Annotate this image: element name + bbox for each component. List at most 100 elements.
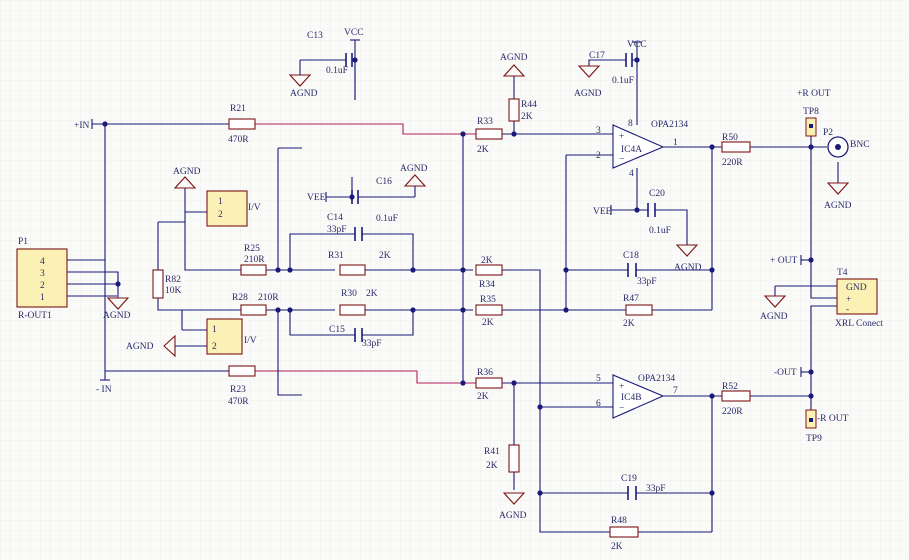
svg-text:OPA2134: OPA2134 xyxy=(638,374,675,384)
svg-text:2K: 2K xyxy=(623,319,635,329)
net-flag-plus-in: +IN xyxy=(74,119,93,131)
svg-text:2K: 2K xyxy=(366,289,378,299)
svg-text:0.1uF: 0.1uF xyxy=(326,66,348,76)
svg-text:2K: 2K xyxy=(477,145,489,155)
svg-text:2K: 2K xyxy=(486,461,498,471)
svg-text:BNC: BNC xyxy=(850,140,870,150)
svg-text:C14: C14 xyxy=(327,213,343,223)
svg-text:+ OUT: + OUT xyxy=(770,256,797,266)
svg-text:2K: 2K xyxy=(611,542,623,552)
svg-text:6: 6 xyxy=(596,399,601,409)
p1-ref: P1 xyxy=(18,237,28,247)
svg-text:+: + xyxy=(619,382,624,392)
svg-text:+: + xyxy=(619,132,624,142)
minus-in-label: - IN xyxy=(96,385,112,395)
svg-text:IC4A: IC4A xyxy=(621,145,642,155)
iv1-label: I/V xyxy=(248,203,261,213)
svg-text:AGND: AGND xyxy=(824,201,852,211)
svg-text:R41: R41 xyxy=(484,447,500,457)
svg-text:R48: R48 xyxy=(611,516,627,526)
svg-text:VCC: VCC xyxy=(627,40,647,50)
svg-text:470R: 470R xyxy=(228,397,249,407)
svg-text:1: 1 xyxy=(212,325,217,335)
svg-text:0.1uF: 0.1uF xyxy=(376,214,398,224)
svg-text:0.1uF: 0.1uF xyxy=(612,76,634,86)
svg-text:R31: R31 xyxy=(328,251,344,261)
svg-text:−: − xyxy=(619,404,624,414)
svg-text:AGND: AGND xyxy=(500,53,528,63)
svg-text:R52: R52 xyxy=(722,382,738,392)
svg-text:210R: 210R xyxy=(244,255,265,265)
vee-flag-2: VEE xyxy=(593,205,612,217)
svg-text:220R: 220R xyxy=(722,158,743,168)
svg-text:TP9: TP9 xyxy=(806,434,822,444)
svg-text:4: 4 xyxy=(629,169,634,179)
svg-text:C19: C19 xyxy=(621,474,637,484)
svg-text:10K: 10K xyxy=(165,286,182,296)
svg-text:−: − xyxy=(619,155,624,165)
svg-text:AGND: AGND xyxy=(674,263,702,273)
svg-text:R50: R50 xyxy=(722,133,738,143)
svg-text:IC4B: IC4B xyxy=(621,393,642,403)
svg-text:C20: C20 xyxy=(649,189,665,199)
minus-r-out-label: -R OUT xyxy=(817,414,849,424)
svg-text:220R: 220R xyxy=(722,407,743,417)
p1-pin-1: 1 xyxy=(40,293,45,303)
svg-text:AGND: AGND xyxy=(400,164,428,174)
svg-text:0.1uF: 0.1uF xyxy=(649,226,671,236)
svg-text:R47: R47 xyxy=(623,294,639,304)
svg-text:470R: 470R xyxy=(228,135,249,145)
net-flag-plus-out: + OUT xyxy=(770,255,802,266)
svg-text:P2: P2 xyxy=(823,128,833,138)
p1-pin-2: 2 xyxy=(40,281,45,291)
svg-text:C18: C18 xyxy=(623,251,639,261)
iv2-label: I/V xyxy=(244,336,257,346)
svg-text:+: + xyxy=(846,295,851,305)
svg-text:210R: 210R xyxy=(258,293,279,303)
svg-text:AGND: AGND xyxy=(760,312,788,322)
svg-text:T4: T4 xyxy=(837,268,848,278)
svg-text:R35: R35 xyxy=(480,295,496,305)
resistor-r82[interactable]: R82 10K xyxy=(152,269,182,299)
p1-pin-4: 4 xyxy=(40,257,45,267)
vee-flag-1: VEE xyxy=(307,192,327,203)
svg-text:R28: R28 xyxy=(232,293,248,303)
svg-text:R82: R82 xyxy=(165,275,181,285)
svg-text:AGND: AGND xyxy=(574,89,602,99)
svg-text:2K: 2K xyxy=(379,251,391,261)
svg-text:R23: R23 xyxy=(230,385,246,395)
svg-text:8: 8 xyxy=(628,119,633,129)
svg-text:2K: 2K xyxy=(521,112,533,122)
svg-text:AGND: AGND xyxy=(173,167,201,177)
svg-text:33pF: 33pF xyxy=(327,225,347,235)
svg-text:C13: C13 xyxy=(307,31,323,41)
svg-text:33pF: 33pF xyxy=(362,339,382,349)
svg-text:2K: 2K xyxy=(481,256,493,266)
svg-text:C16: C16 xyxy=(376,177,392,187)
svg-text:2: 2 xyxy=(212,342,217,352)
schematic-canvas: P1 R-OUT1 4 3 2 1 +IN - IN AGND R82 10K … xyxy=(0,0,909,560)
svg-text:R25: R25 xyxy=(244,244,260,254)
svg-text:2: 2 xyxy=(596,151,601,161)
svg-text:AGND: AGND xyxy=(103,311,131,321)
svg-text:TP8: TP8 xyxy=(803,107,819,117)
svg-text:2K: 2K xyxy=(482,318,494,328)
svg-text:5: 5 xyxy=(596,374,601,384)
svg-text:1: 1 xyxy=(673,138,678,148)
grid-background xyxy=(0,0,909,560)
vcc-flag-2: VCC xyxy=(627,40,647,50)
svg-text:33pF: 33pF xyxy=(637,277,657,287)
svg-text:OPA2134: OPA2134 xyxy=(651,120,688,130)
svg-text:AGND: AGND xyxy=(290,89,318,99)
svg-text:XRL Conect: XRL Conect xyxy=(835,319,883,329)
svg-text:2: 2 xyxy=(218,210,223,220)
svg-text:R36: R36 xyxy=(477,368,493,378)
svg-text:VCC: VCC xyxy=(344,28,364,38)
svg-text:R21: R21 xyxy=(230,104,246,114)
plus-in-label: +IN xyxy=(74,121,90,131)
svg-text:AGND: AGND xyxy=(499,511,527,521)
svg-text:R30: R30 xyxy=(341,289,357,299)
svg-text:33pF: 33pF xyxy=(646,484,666,494)
svg-text:AGND: AGND xyxy=(126,342,154,352)
svg-text:C17: C17 xyxy=(589,51,605,61)
